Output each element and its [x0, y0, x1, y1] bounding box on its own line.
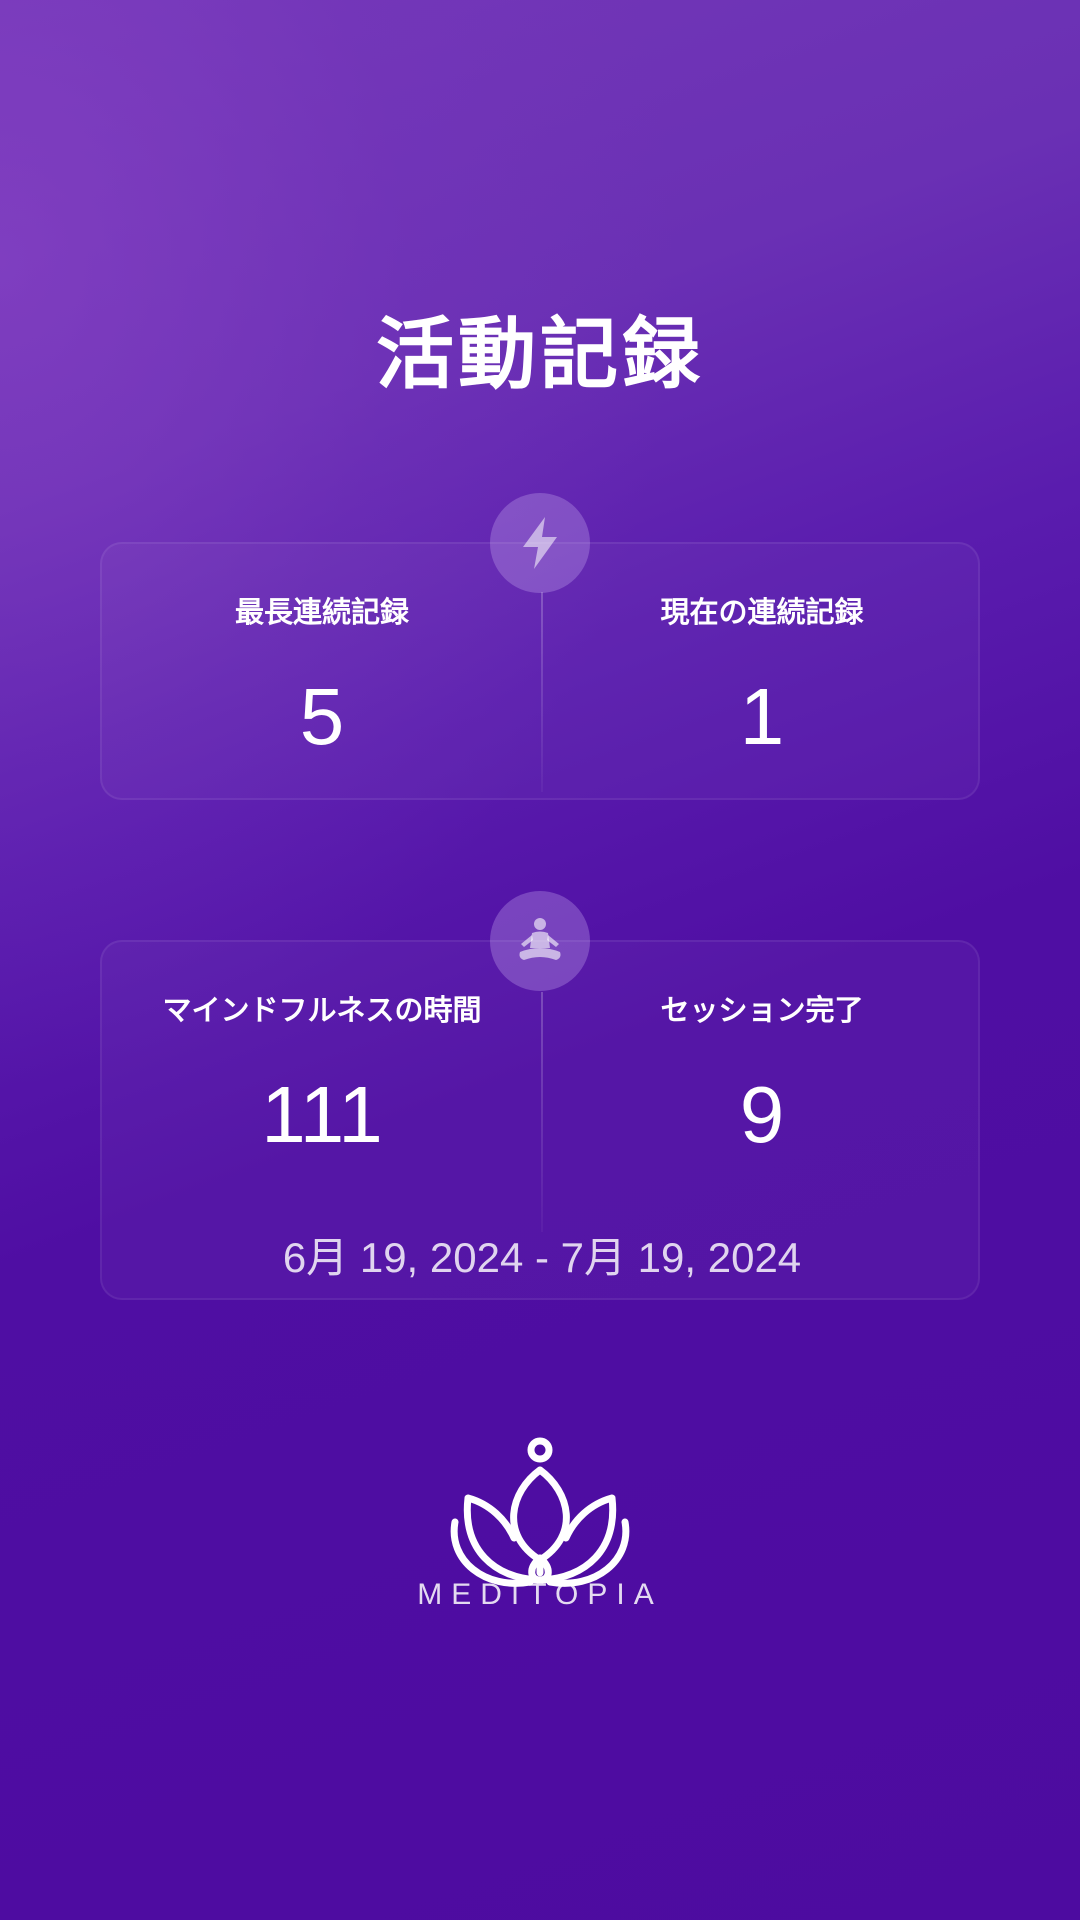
mindfulness-time-value: 111 [261, 1070, 383, 1159]
page-title: 活動記録 [375, 310, 704, 400]
mindfulness-time-stat: マインドフルネスの時間 111 [102, 990, 542, 1160]
longest-streak-value: 5 [299, 672, 345, 761]
sessions-completed-label: セッション完了 [660, 993, 864, 1027]
date-range: 6月 19, 2024 - 7月 19, 2024 [282, 1234, 802, 1281]
sessions-completed-value: 9 [739, 1070, 785, 1159]
longest-streak-stat: 最長連続記録 5 [102, 592, 542, 762]
brand-name: MEDITOPIA [417, 1578, 663, 1611]
lightning-bolt-icon [490, 493, 590, 593]
current-streak-label: 現在の連続記録 [660, 595, 864, 629]
longest-streak-label: 最長連続記録 [234, 595, 409, 629]
meditation-person-icon [490, 891, 590, 991]
lightning-bolt-icon-graphic [523, 517, 557, 569]
meditation-person-icon-graphic [519, 918, 561, 960]
mindfulness-card: マインドフルネスの時間 111 セッション完了 9 6月 19, 2024 - … [100, 940, 980, 1300]
mindfulness-time-label: マインドフルネスの時間 [162, 993, 482, 1027]
current-streak-stat: 現在の連続記録 1 [542, 592, 982, 762]
current-streak-value: 1 [739, 672, 785, 761]
sessions-completed-stat: セッション完了 9 [542, 990, 982, 1160]
